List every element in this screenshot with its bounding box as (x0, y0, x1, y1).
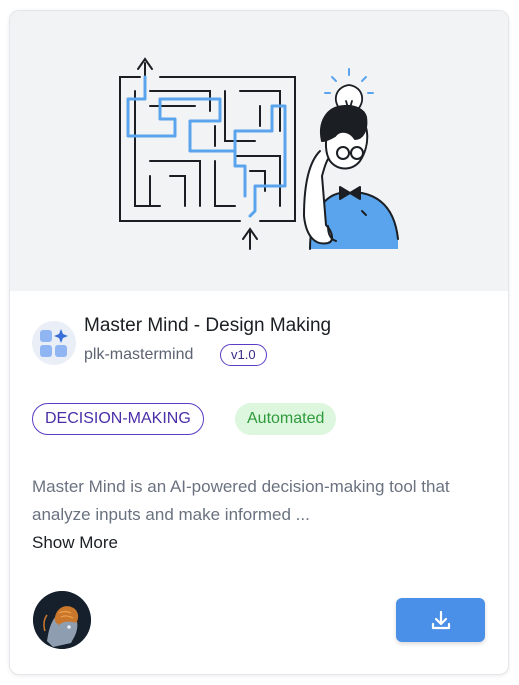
download-icon (431, 610, 450, 630)
ai-head-avatar (33, 591, 91, 649)
author-avatar[interactable] (33, 591, 91, 649)
grid-sparkle-icon (40, 329, 68, 357)
agent-slug: plk-mastermind (84, 346, 194, 363)
status-badge: Automated (235, 403, 337, 435)
download-button[interactable] (396, 598, 485, 642)
maze-thinker-illustration (119, 57, 399, 250)
agent-card[interactable]: Master Mind - Design Making plk-mastermi… (9, 10, 509, 675)
hero-illustration (10, 11, 508, 291)
show-more-link[interactable]: Show More (32, 529, 118, 557)
agent-logo (32, 321, 76, 365)
category-tag[interactable]: DECISION-MAKING (32, 403, 204, 435)
agent-description: Master Mind is an AI-powered decision-ma… (32, 477, 450, 524)
agent-title: Master Mind - Design Making (84, 315, 332, 336)
version-badge: v1.0 (220, 344, 267, 366)
